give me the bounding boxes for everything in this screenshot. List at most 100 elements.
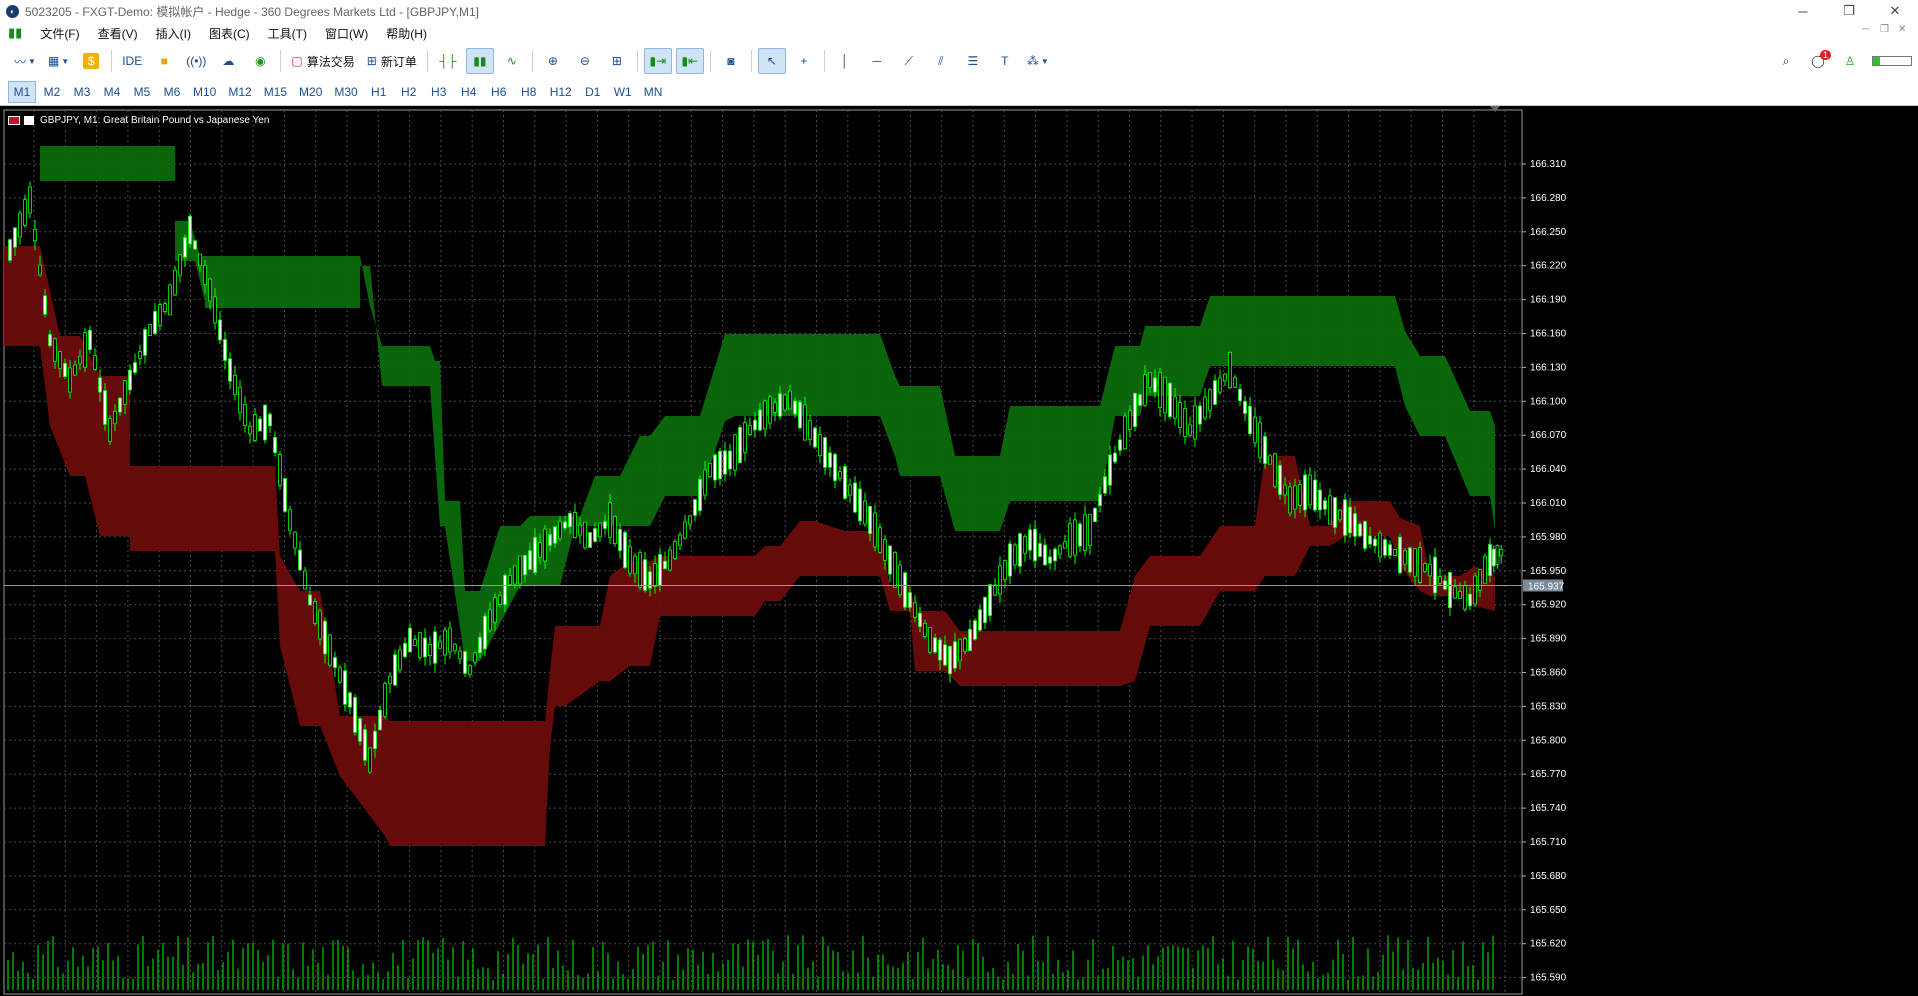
new-order-button[interactable]: ⊞ 新订单 — [363, 48, 421, 74]
candle-body — [1258, 422, 1262, 458]
tf-d1[interactable]: D1 — [579, 81, 607, 103]
chart-shift-button[interactable]: ▮⇤ — [675, 48, 704, 74]
candle-body — [778, 393, 782, 417]
mt5-menu-icon[interactable]: ▮▮ — [0, 25, 31, 41]
market-button[interactable]: $ — [77, 48, 105, 74]
candle-body — [783, 394, 787, 411]
vertical-line-button[interactable]: │ — [831, 48, 859, 74]
candle-body — [308, 594, 312, 606]
candle-body — [1343, 499, 1347, 536]
trend-line-button[interactable]: ⟋ — [895, 48, 923, 74]
menu-help[interactable]: 帮助(H) — [377, 25, 436, 42]
price-label: 165.860 — [1530, 668, 1567, 679]
vps-button[interactable]: ☁ — [214, 48, 242, 74]
menu-charts[interactable]: 图表(C) — [200, 25, 259, 42]
candle-body — [1378, 532, 1382, 558]
candle-body — [1313, 479, 1317, 511]
menu-file[interactable]: 文件(F) — [31, 25, 88, 42]
indicators-dropdown[interactable]: ▦ ▼ — [44, 48, 73, 74]
horizontal-line-button[interactable]: ─ — [863, 48, 891, 74]
menu-insert[interactable]: 插入(I) — [147, 25, 200, 42]
tf-h6[interactable]: H6 — [485, 81, 513, 103]
signals-button[interactable]: ((•)) — [182, 48, 210, 74]
candle-body — [238, 386, 242, 414]
community-button[interactable]: ◉ — [246, 48, 274, 74]
mdi-close-button[interactable]: ✕ — [1898, 24, 1906, 35]
tf-m10[interactable]: M10 — [188, 81, 221, 103]
chart-window[interactable]: 166.310 166.280 166.250 166.220 166.190 166.1… — [0, 106, 1918, 996]
tf-h12[interactable]: H12 — [545, 81, 577, 103]
candle-body — [888, 545, 892, 575]
line-chart-button[interactable]: ∿ — [498, 48, 526, 74]
tf-m4[interactable]: M4 — [98, 81, 126, 103]
candle-body — [718, 450, 722, 480]
tf-m20[interactable]: M20 — [294, 81, 327, 103]
tf-h4[interactable]: H4 — [455, 81, 483, 103]
close-button[interactable]: ✕ — [1872, 0, 1918, 22]
price-label: 165.590 — [1530, 973, 1567, 984]
toolbar-separator — [823, 50, 825, 72]
search-button[interactable]: ⌕ — [1772, 48, 1800, 74]
price-label: 165.980 — [1530, 532, 1567, 543]
candle-body — [388, 675, 392, 685]
candle-body — [378, 709, 382, 731]
candle-chart-button[interactable]: ▮▮ — [465, 48, 494, 74]
menu-bar: ▮▮ 文件(F) 查看(V) 插入(I) 图表(C) 工具(T) 窗口(W) 帮… — [0, 22, 1918, 44]
shapes-dropdown[interactable]: ⁂ ▼ — [1023, 48, 1053, 74]
candle-body — [428, 644, 432, 656]
menu-tools[interactable]: 工具(T) — [259, 25, 316, 42]
briefcase-button[interactable]: ■ — [150, 48, 178, 74]
tf-m2[interactable]: M2 — [38, 81, 66, 103]
ide-button[interactable]: IDE — [118, 48, 146, 74]
crosshair-button[interactable]: + — [790, 48, 818, 74]
tf-m1[interactable]: M1 — [8, 80, 36, 103]
tf-w1[interactable]: W1 — [609, 81, 637, 103]
fibonacci-icon: ☰ — [967, 54, 979, 68]
tf-h3[interactable]: H3 — [425, 81, 453, 103]
price-label: 166.010 — [1530, 498, 1567, 509]
candle-body — [293, 531, 297, 549]
candle-body — [338, 667, 342, 683]
mdi-minimize-button[interactable]: ─ — [1862, 24, 1869, 35]
notifications-button[interactable]: ◯ 1 — [1804, 48, 1832, 74]
algo-trading-button[interactable]: ▢ 算法交易 — [287, 48, 358, 74]
mdi-restore-button[interactable]: ❐ — [1880, 24, 1889, 35]
candle-body — [848, 484, 852, 496]
fibonacci-button[interactable]: ☰ — [959, 48, 987, 74]
screenshot-button[interactable]: ◙ — [717, 48, 745, 74]
text-button[interactable]: T — [991, 48, 1019, 74]
tf-m6[interactable]: M6 — [158, 81, 186, 103]
minimize-button[interactable]: ─ — [1780, 0, 1826, 22]
auto-scroll-icon: ▮⇥ — [649, 54, 667, 68]
menu-view[interactable]: 查看(V) — [89, 25, 147, 42]
price-chart[interactable]: 166.310 166.280 166.250 166.220 166.190 166.1… — [0, 106, 1918, 996]
candle-body — [853, 482, 857, 513]
tf-m15[interactable]: M15 — [259, 81, 292, 103]
chart-type-dropdown[interactable]: 〰 ▼ — [10, 48, 40, 74]
account-button[interactable]: ♙ — [1836, 48, 1864, 74]
tf-m3[interactable]: M3 — [68, 81, 96, 103]
candle-body — [1368, 535, 1372, 545]
tf-h2[interactable]: H2 — [395, 81, 423, 103]
candle-body — [88, 330, 92, 350]
candle-body — [988, 584, 992, 616]
menu-window[interactable]: 窗口(W) — [316, 25, 377, 42]
tf-h1[interactable]: H1 — [365, 81, 393, 103]
tf-mn[interactable]: MN — [639, 81, 668, 103]
restore-button[interactable]: ❐ — [1826, 0, 1872, 22]
tf-m30[interactable]: M30 — [329, 81, 362, 103]
zoom-out-button[interactable]: ⊖ — [571, 48, 599, 74]
gb-flag-icon — [8, 115, 20, 125]
tf-h8[interactable]: H8 — [515, 81, 543, 103]
auto-scroll-button[interactable]: ▮⇥ — [643, 48, 672, 74]
bar-chart-button[interactable]: ┤├ — [434, 48, 462, 74]
candle-body — [1153, 377, 1157, 393]
equidistant-channel-button[interactable]: ⫽ — [927, 48, 955, 74]
tile-windows-button[interactable]: ⊞ — [603, 48, 631, 74]
candle-body — [468, 665, 472, 675]
cursor-button[interactable]: ↖ — [757, 48, 786, 74]
tf-m5[interactable]: M5 — [128, 81, 156, 103]
tf-m12[interactable]: M12 — [223, 81, 256, 103]
candle-body — [1208, 389, 1212, 411]
zoom-in-button[interactable]: ⊕ — [539, 48, 567, 74]
